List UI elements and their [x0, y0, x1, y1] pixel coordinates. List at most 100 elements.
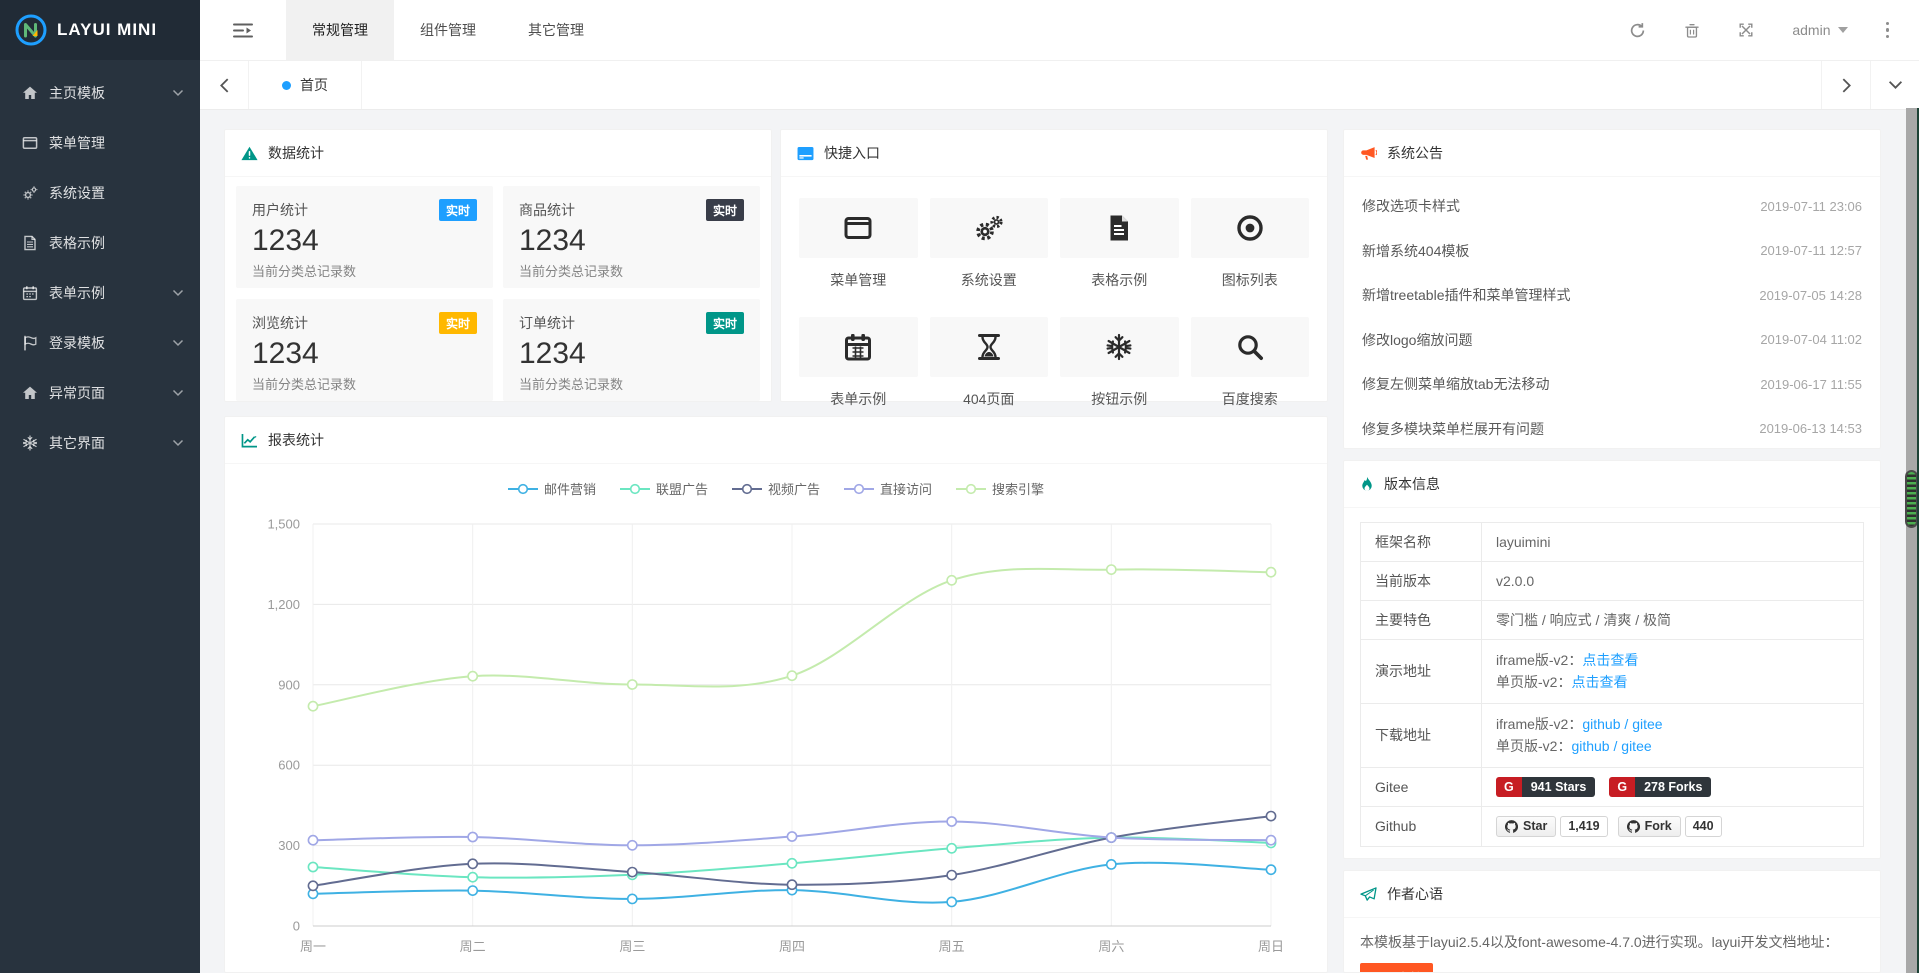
version-row-value: G941 Stars G278 Forks [1482, 767, 1864, 806]
link-separator: / [1610, 738, 1622, 754]
card-title: 数据统计 [268, 143, 324, 163]
tab-operations-button[interactable] [1870, 61, 1919, 109]
quick-entry-icons[interactable]: 图标列表 [1191, 198, 1310, 290]
stat-title: 订单统计 [519, 313, 575, 333]
sidebar-item-label: 其它界面 [49, 433, 172, 453]
gears-icon [22, 185, 39, 202]
link-gitee[interactable]: gitee [1621, 738, 1651, 754]
app-window: LAYUI MINI 主页模板菜单管理系统设置表格示例表单示例登录模板异常页面其… [0, 0, 1919, 973]
sidebar-item-other[interactable]: 其它界面 [0, 418, 200, 468]
tab-scroll-left-button[interactable] [200, 61, 249, 109]
sidebar-item-table[interactable]: 表格示例 [0, 218, 200, 268]
page-scrollbar-track[interactable] [1906, 108, 1917, 973]
fire-icon [1360, 476, 1374, 493]
clear-cache-button[interactable] [1684, 22, 1700, 39]
sidebar-item-settings[interactable]: 系统设置 [0, 168, 200, 218]
version-row-label: 下载地址 [1361, 703, 1482, 767]
quick-entry-label: 图标列表 [1191, 270, 1310, 290]
quick-entry-button[interactable]: 按钮示例 [1060, 317, 1179, 409]
version-row-value: iframe版-v2：github / gitee单页版-v2：github /… [1482, 703, 1864, 767]
quick-entry-grid: 菜单管理系统设置表格示例图标列表表单示例 404页面按钮示例百度搜索 [781, 177, 1327, 430]
card-announcements-header: 系统公告 [1344, 130, 1880, 177]
legend-item[interactable]: 邮件营销 [508, 479, 596, 498]
quick-entry-form[interactable]: 表单示例 [799, 317, 918, 409]
megaphone-icon [1360, 146, 1377, 161]
announcement-text: 修复多模块菜单栏展开有问题 [1362, 419, 1544, 439]
github-octocat-icon [1505, 820, 1518, 833]
announcement-date: 2019-06-17 11:55 [1760, 377, 1862, 392]
quick-entry-menu[interactable]: 菜单管理 [799, 198, 918, 290]
fullscreen-button[interactable] [1738, 22, 1754, 38]
stats-grid: 用户统计实时1234当前分类总记录数商品统计实时1234当前分类总记录数浏览统计… [225, 177, 771, 410]
sidebar-item-home[interactable]: 主页模板 [0, 68, 200, 118]
version-row: 主要特色零门槛 / 响应式 / 清爽 / 极简 [1361, 601, 1864, 640]
file-icon [22, 235, 39, 252]
module-tab[interactable]: 其它管理 [502, 0, 610, 60]
link-点击查看[interactable]: 点击查看 [1582, 652, 1638, 668]
legend-glyph [620, 483, 650, 495]
sidebar-item-menu[interactable]: 菜单管理 [0, 118, 200, 168]
version-row-label: 演示地址 [1361, 640, 1482, 704]
card-title: 系统公告 [1387, 143, 1443, 163]
quick-entry-baidu[interactable]: 百度搜索 [1191, 317, 1310, 409]
link-separator: / [1621, 716, 1633, 732]
quick-entry-settings[interactable]: 系统设置 [930, 198, 1049, 290]
legend-item[interactable]: 视频广告 [732, 479, 820, 498]
refresh-button[interactable] [1629, 22, 1646, 39]
right-column: 系统公告 修改选项卡样式2019-07-11 23:06新增系统404模板201… [1343, 129, 1881, 973]
sidebar-item-login[interactable]: 登录模板 [0, 318, 200, 368]
github-star-button[interactable]: Star 1,419 [1496, 816, 1608, 837]
quick-entry-table[interactable]: 表格示例 [1060, 198, 1179, 290]
version-row-value: 零门槛 / 响应式 / 清爽 / 极简 [1482, 601, 1864, 640]
link-点击查看[interactable]: 点击查看 [1571, 674, 1627, 690]
card-version-info-header: 版本信息 [1344, 461, 1880, 508]
card-author-words: 作者心语 本模板基于layui2.5.4以及font-awesome-4.7.0… [1343, 870, 1881, 973]
layui-doc-button[interactable]: layui文档 [1360, 963, 1433, 973]
gitee-badge[interactable]: G941 Stars [1496, 777, 1595, 797]
quick-entry-404[interactable]: 404页面 [930, 317, 1049, 409]
github-count[interactable]: 440 [1685, 816, 1722, 837]
module-tab[interactable]: 组件管理 [394, 0, 502, 60]
stat-box: 订单统计实时1234当前分类总记录数 [503, 299, 760, 401]
github-count[interactable]: 1,419 [1560, 816, 1607, 837]
link-github[interactable]: github [1582, 716, 1620, 732]
calendar-icon [22, 285, 39, 302]
github-fork-button[interactable]: Fork440 [1618, 816, 1722, 837]
version-row-label: Github [1361, 806, 1482, 846]
version-row-value: v2.0.0 [1482, 562, 1864, 601]
sidebar-toggle-button[interactable] [200, 0, 286, 60]
window-icon [22, 135, 39, 152]
sidebar-item-label: 登录模板 [49, 333, 172, 353]
sidebar-item-error[interactable]: 异常页面 [0, 368, 200, 418]
quick-entry-label: 404页面 [930, 389, 1049, 409]
quick-entry-label: 菜单管理 [799, 270, 918, 290]
legend-item[interactable]: 搜索引擎 [956, 479, 1044, 498]
status-badge: 实时 [439, 312, 477, 334]
link-gitee[interactable]: gitee [1632, 716, 1662, 732]
version-row-label: 当前版本 [1361, 562, 1482, 601]
quick-entry-label: 按钮示例 [1060, 389, 1179, 409]
card-report-chart: 报表统计 邮件营销联盟广告视频广告直接访问搜索引擎 03006009001,20… [224, 416, 1328, 973]
sidebar-item-form[interactable]: 表单示例 [0, 268, 200, 318]
module-tab[interactable]: 常规管理 [286, 0, 394, 60]
app-logo: LAYUI MINI [0, 0, 200, 60]
announcement-text: 修改logo缩放问题 [1362, 330, 1472, 350]
tab-home[interactable]: 首页 [249, 61, 362, 109]
legend-item[interactable]: 联盟广告 [620, 479, 708, 498]
more-menu-button[interactable] [1886, 22, 1890, 39]
github-button-label: Star [1523, 819, 1547, 833]
sidebar-item-label: 主页模板 [49, 83, 172, 103]
github-octocat-icon [1627, 820, 1640, 833]
sidebar: LAYUI MINI 主页模板菜单管理系统设置表格示例表单示例登录模板异常页面其… [0, 0, 200, 973]
legend-glyph [844, 483, 874, 495]
legend-item[interactable]: 直接访问 [844, 479, 932, 498]
link-github[interactable]: github [1571, 738, 1609, 754]
legend-label: 搜索引擎 [992, 479, 1044, 498]
svg-text:1,200: 1,200 [267, 597, 300, 612]
page-content: 数据统计 用户统计实时1234当前分类总记录数商品统计实时1234当前分类总记录… [200, 110, 1919, 973]
user-menu[interactable]: admin [1792, 22, 1847, 38]
stat-box: 浏览统计实时1234当前分类总记录数 [236, 299, 493, 401]
gitee-badge[interactable]: G278 Forks [1609, 777, 1711, 797]
tab-scroll-right-button[interactable] [1821, 61, 1870, 109]
flag-icon [22, 335, 39, 352]
